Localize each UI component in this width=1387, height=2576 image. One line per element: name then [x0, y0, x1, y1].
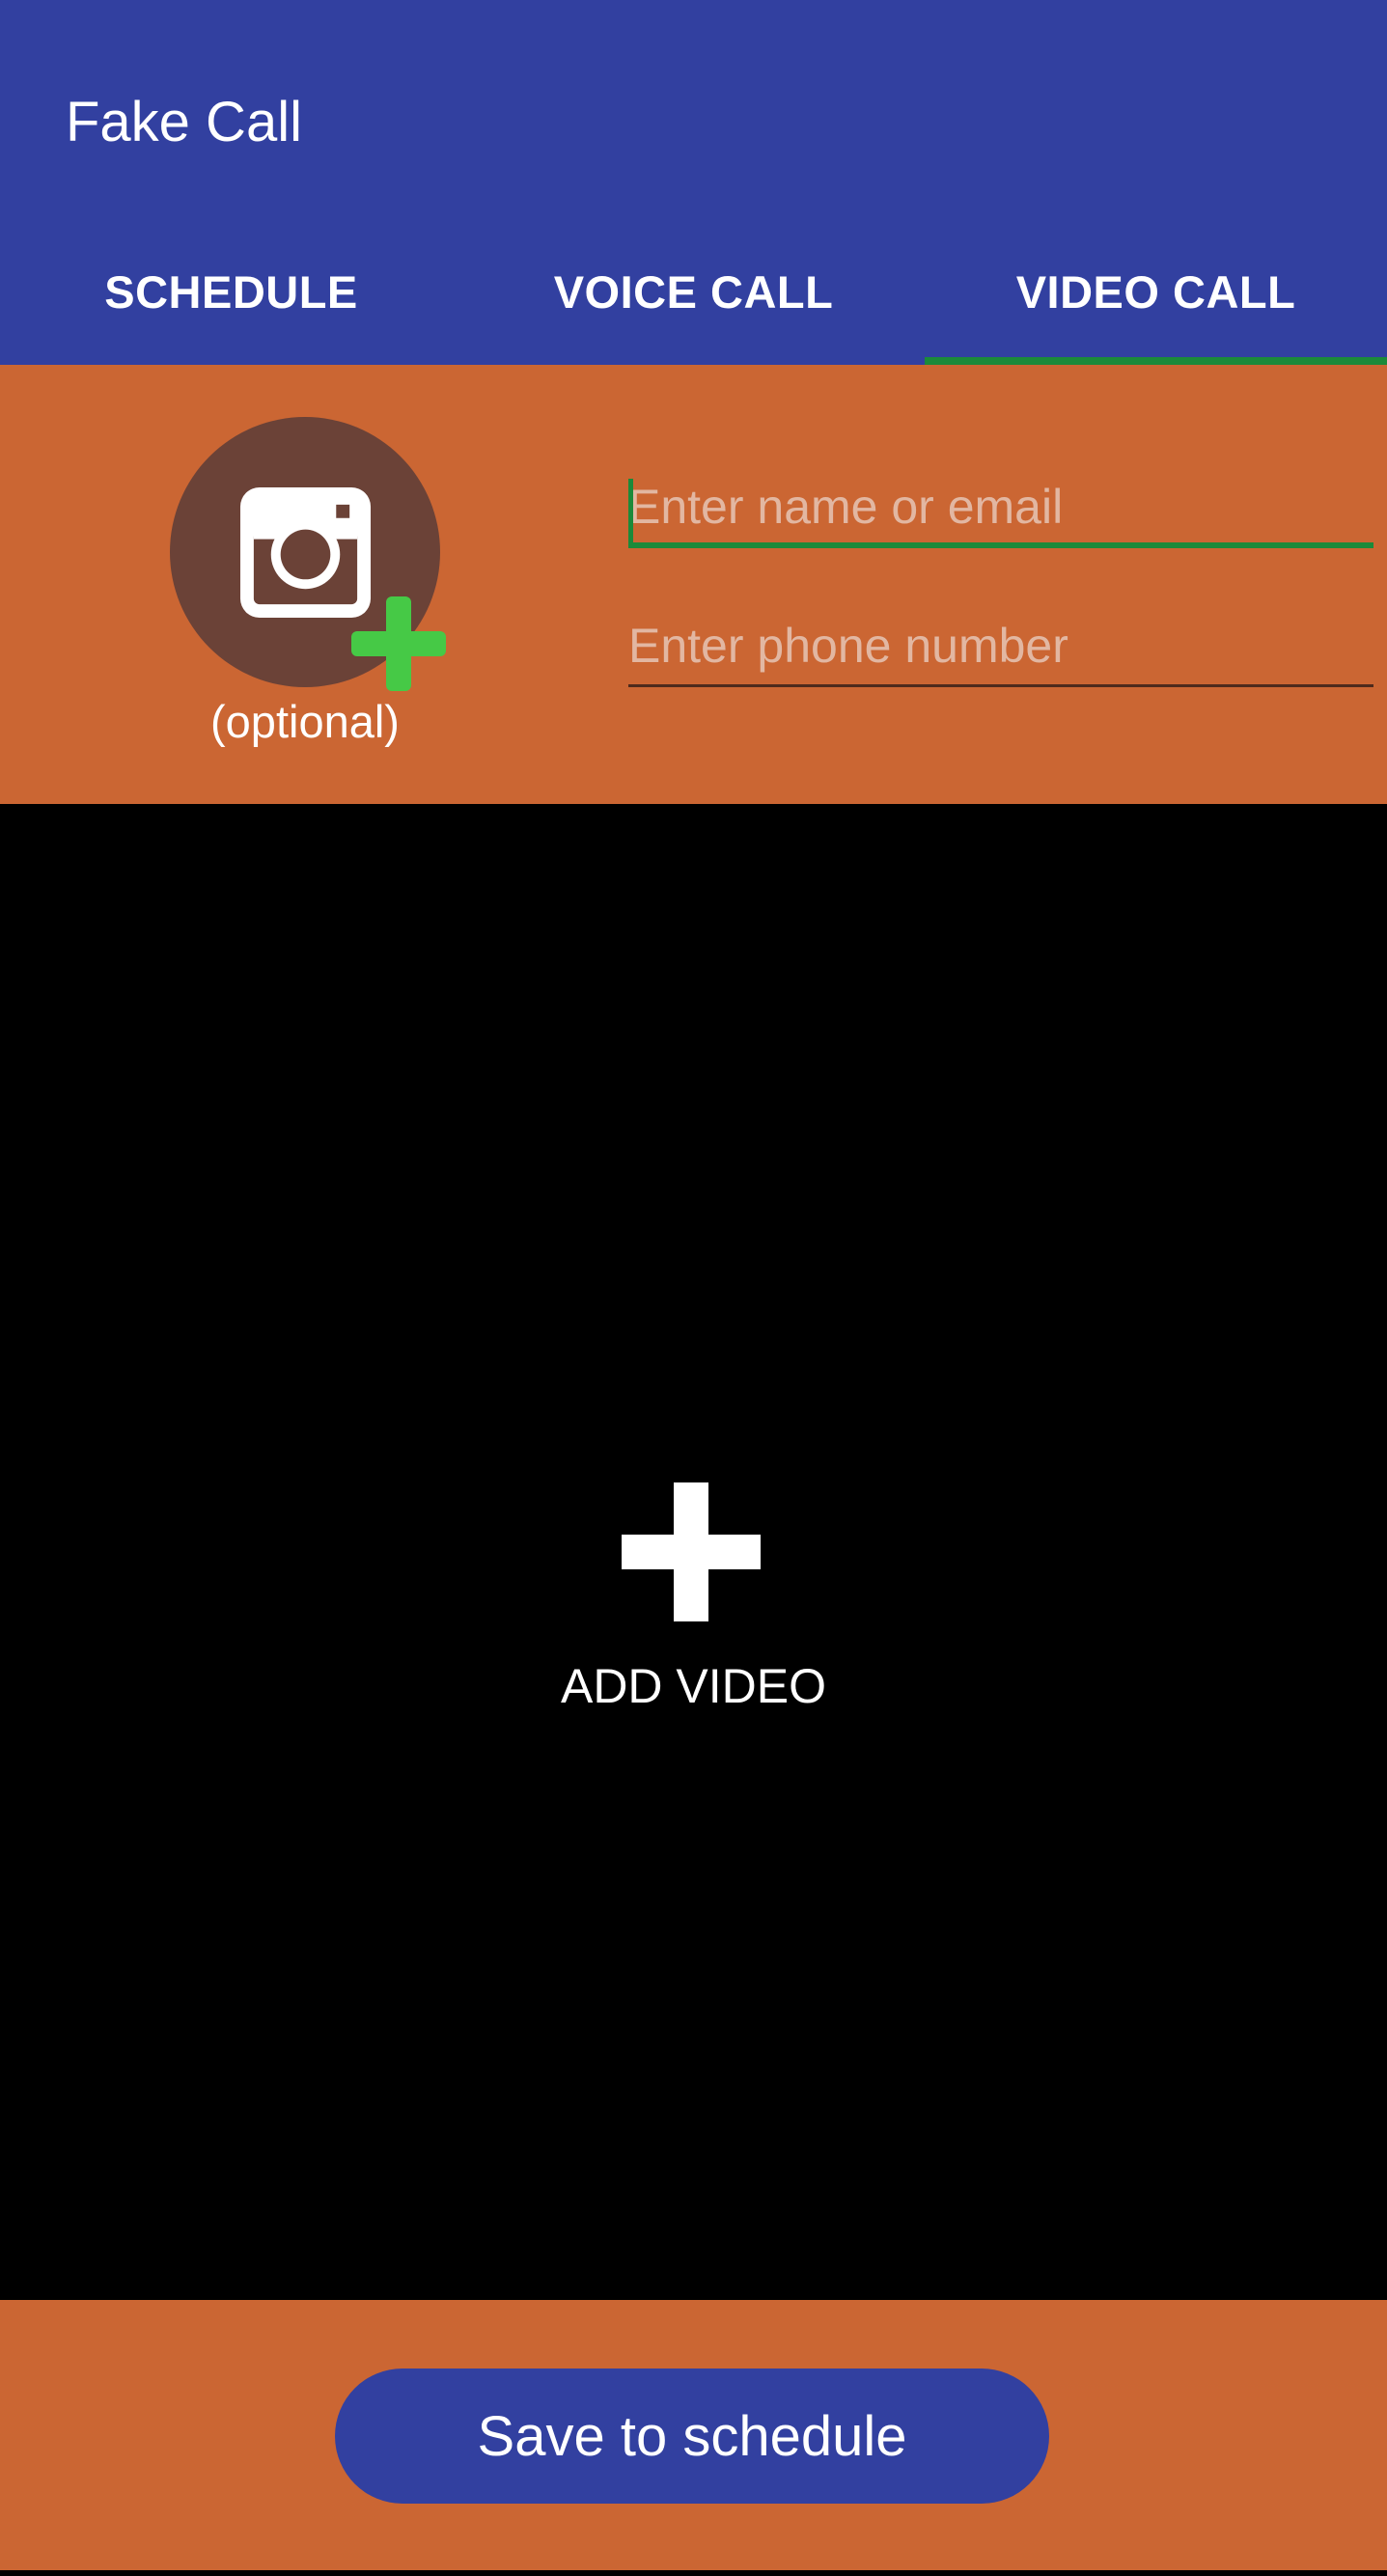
tab-video-call[interactable]: VIDEO CALL: [925, 222, 1387, 365]
photo-optional-caption: (optional): [210, 696, 400, 747]
app-root: Fake Call SCHEDULE VOICE CALL VIDEO CALL: [0, 0, 1387, 2576]
add-video-area[interactable]: ADD VIDEO: [0, 804, 1387, 2300]
add-photo-button[interactable]: [170, 417, 446, 691]
bottom-divider: [0, 2570, 1387, 2576]
phone-number-input[interactable]: [628, 610, 1373, 681]
tab-bar: SCHEDULE VOICE CALL VIDEO CALL: [0, 222, 1387, 365]
add-video-label: ADD VIDEO: [560, 1659, 827, 1713]
name-field-underline: [628, 542, 1373, 548]
tab-schedule[interactable]: SCHEDULE: [0, 222, 462, 365]
save-to-schedule-button[interactable]: Save to schedule: [335, 2368, 1049, 2504]
add-plus-icon: [351, 596, 446, 691]
tab-voice-call[interactable]: VOICE CALL: [462, 222, 925, 365]
tab-schedule-label: SCHEDULE: [104, 265, 358, 318]
bottom-bar: Save to schedule: [0, 2300, 1387, 2570]
plus-icon: [622, 1482, 761, 1621]
contact-section: (optional): [0, 365, 1387, 804]
phone-field-underline: [628, 684, 1373, 687]
tab-video-call-label: VIDEO CALL: [1015, 265, 1296, 318]
name-email-field[interactable]: [628, 471, 1373, 548]
app-bar: Fake Call SCHEDULE VOICE CALL VIDEO CALL: [0, 0, 1387, 365]
phone-number-field[interactable]: [628, 610, 1373, 687]
name-email-input[interactable]: [628, 471, 1373, 542]
text-cursor: [628, 479, 633, 544]
app-title: Fake Call: [66, 91, 302, 153]
tab-voice-call-label: VOICE CALL: [553, 265, 834, 318]
